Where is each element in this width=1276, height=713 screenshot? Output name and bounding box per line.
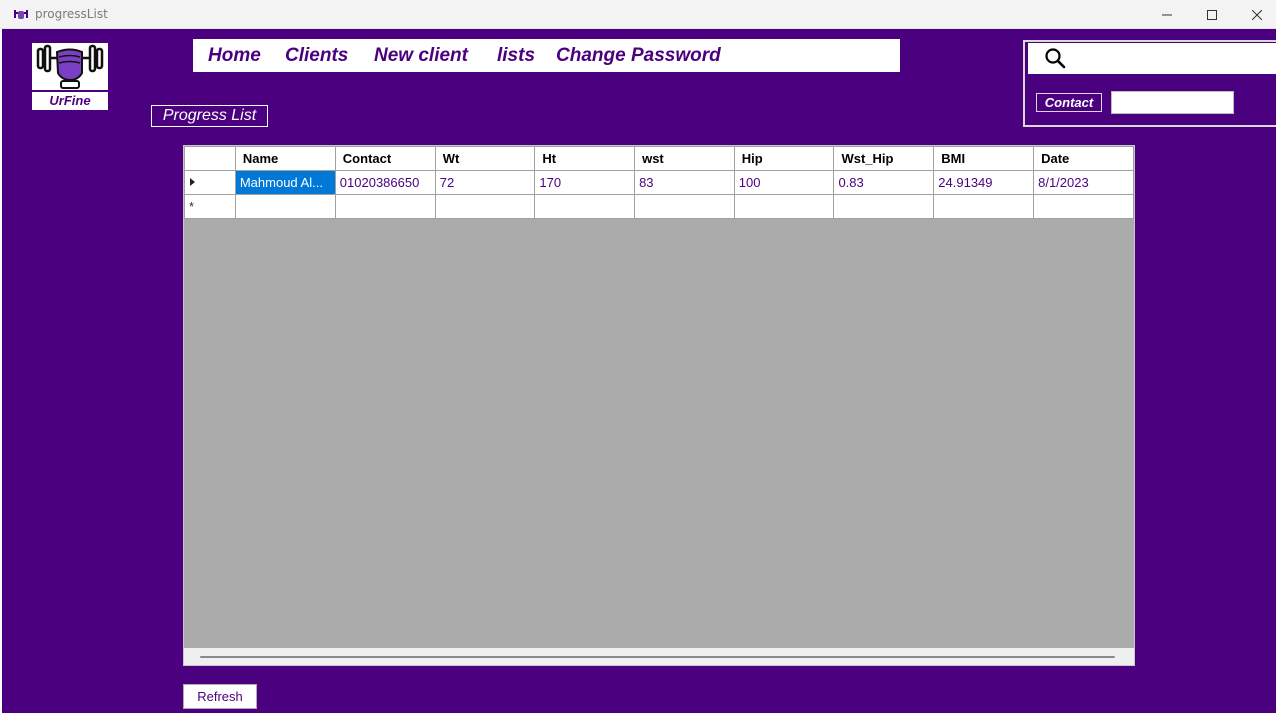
main-form: UrFine Home Clients New client lists Cha…: [2, 29, 1276, 713]
column-header-contact[interactable]: Contact: [334, 146, 436, 171]
contact-search-field[interactable]: [1111, 91, 1234, 114]
column-header-wst-hip[interactable]: Wst_Hip: [833, 146, 935, 171]
maximize-button[interactable]: [1189, 0, 1235, 29]
grid-header-row: Name Contact Wt Ht wst Hip Wst_Hip BMI D…: [184, 146, 1134, 171]
new-cell-name[interactable]: [234, 194, 336, 219]
menu-item-change-password[interactable]: Change Password: [556, 45, 721, 67]
logo: [32, 43, 108, 90]
menu-item-new-client[interactable]: New client: [374, 45, 468, 67]
cell-hip[interactable]: 100: [733, 170, 835, 195]
search-panel: Contact: [1023, 40, 1276, 127]
cell-ht[interactable]: 170: [534, 170, 636, 195]
window-titlebar: progressList: [0, 0, 1276, 29]
grid-table: Name Contact Wt Ht wst Hip Wst_Hip BMI D…: [184, 146, 1134, 219]
cell-name[interactable]: Mahmoud Al...: [234, 170, 336, 195]
column-header-wt[interactable]: Wt: [434, 146, 536, 171]
minimize-button[interactable]: [1144, 0, 1190, 29]
cell-wt[interactable]: 72: [434, 170, 536, 195]
horizontal-scrollbar[interactable]: [184, 648, 1134, 665]
refresh-button[interactable]: Refresh: [183, 684, 257, 709]
progress-data-grid[interactable]: Name Contact Wt Ht wst Hip Wst_Hip BMI D…: [183, 145, 1135, 666]
column-header-date[interactable]: Date: [1033, 146, 1134, 171]
new-row[interactable]: *: [184, 194, 1134, 219]
page-title: Progress List: [151, 105, 268, 127]
scrollbar-thumb[interactable]: [200, 656, 1115, 658]
cell-date[interactable]: 8/1/2023: [1033, 170, 1134, 195]
new-cell-wst[interactable]: [634, 194, 735, 219]
search-input[interactable]: [1028, 43, 1276, 74]
cell-wst-hip[interactable]: 0.83: [833, 170, 935, 195]
new-cell-contact[interactable]: [334, 194, 436, 219]
new-cell-date[interactable]: [1033, 194, 1134, 219]
app-icon: [14, 10, 28, 19]
menu-item-lists[interactable]: lists: [497, 45, 535, 67]
new-cell-hip[interactable]: [733, 194, 835, 219]
row-pointer-icon: [190, 178, 195, 186]
contact-label: Contact: [1036, 93, 1102, 112]
search-icon[interactable]: [1044, 47, 1066, 69]
logo-caption: UrFine: [32, 92, 108, 110]
cell-wst[interactable]: 83: [634, 170, 735, 195]
grid-corner-header[interactable]: [184, 146, 236, 171]
column-header-wst[interactable]: wst: [634, 146, 735, 171]
minimize-icon: [1162, 14, 1172, 15]
new-cell-wt[interactable]: [434, 194, 536, 219]
cell-contact[interactable]: 01020386650: [334, 170, 436, 195]
menu-item-clients[interactable]: Clients: [285, 45, 348, 67]
table-row[interactable]: Mahmoud Al... 01020386650 72 170 83 100 …: [184, 170, 1134, 195]
column-header-ht[interactable]: Ht: [534, 146, 636, 171]
column-header-hip[interactable]: Hip: [733, 146, 835, 171]
menu-bar: Home Clients New client lists Change Pas…: [193, 39, 900, 72]
row-header[interactable]: [184, 170, 236, 195]
maximize-icon: [1207, 9, 1217, 20]
menu-item-home[interactable]: Home: [208, 45, 261, 67]
dumbbell-fist-icon: [36, 44, 104, 89]
column-header-name[interactable]: Name: [234, 146, 336, 171]
column-header-bmi[interactable]: BMI: [933, 146, 1035, 171]
new-cell-ht[interactable]: [534, 194, 636, 219]
close-button[interactable]: [1234, 0, 1276, 29]
new-cell-bmi[interactable]: [933, 194, 1035, 219]
window-title: progressList: [35, 7, 108, 21]
new-cell-wst-hip[interactable]: [833, 194, 935, 219]
close-icon: [1252, 9, 1262, 20]
cell-bmi[interactable]: 24.91349: [933, 170, 1035, 195]
new-row-marker[interactable]: *: [184, 194, 236, 219]
